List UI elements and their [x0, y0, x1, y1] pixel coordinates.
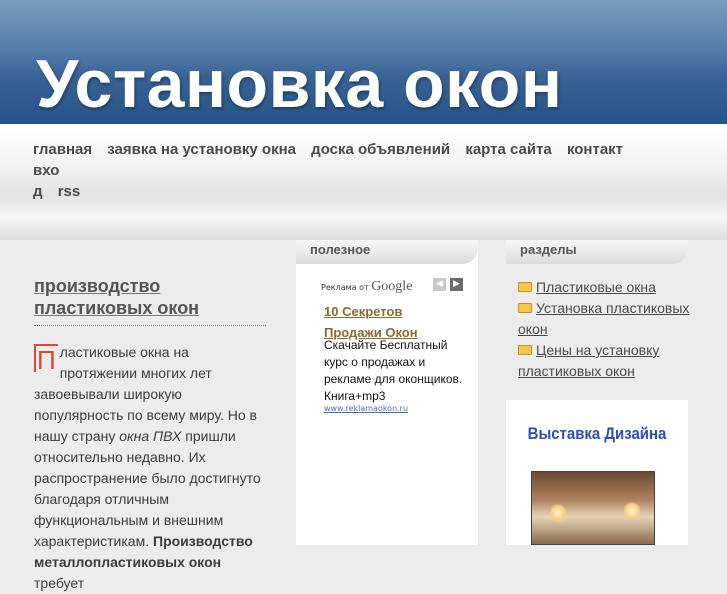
ad-description: Скачайте Бесплатный курс о продажах и ре…	[324, 338, 463, 403]
folder-icon	[518, 303, 532, 313]
site-header: Установка окон	[0, 0, 727, 128]
lamp-glow-right	[624, 500, 640, 522]
middle-heading: полезное	[296, 240, 478, 264]
folder-icon	[518, 282, 532, 292]
post-title[interactable]: производство пластиковых окон	[34, 275, 266, 326]
lamp-glow-left	[550, 502, 566, 524]
ad-prev-arrow-icon[interactable]: ◀	[433, 278, 446, 291]
nav-item-board[interactable]: доска объявлений	[311, 141, 450, 158]
nav-item-rss[interactable]: rss	[58, 183, 81, 200]
nav-item-install-request[interactable]: заявка на установку окна	[107, 141, 296, 158]
category-item[interactable]: Цены на установку пластиковых окон	[518, 340, 693, 382]
category-item[interactable]: Пластиковые окна	[518, 277, 693, 298]
google-logo: Google	[371, 279, 413, 294]
post-emphasis: окна ПВХ	[119, 428, 182, 444]
category-item[interactable]: Установка пластиковых окон	[518, 298, 693, 340]
nav-item-home[interactable]: главная	[33, 141, 92, 158]
nav-item-login-part2[interactable]: д	[33, 183, 43, 200]
ad-label-prefix: Реклама от	[321, 283, 369, 292]
nav-item-sitemap[interactable]: карта сайта	[465, 141, 551, 158]
category-link[interactable]: Пластиковые окна	[536, 279, 656, 295]
ad-url-link[interactable]: www.reklamaokon.ru	[324, 404, 408, 413]
folder-icon	[518, 345, 532, 355]
main-menu: главная заявка на установку окна доска о…	[33, 139, 663, 202]
post-text-2: пришли относительно недавно. Их распрост…	[34, 428, 261, 549]
category-link[interactable]: Установка пластиковых окон	[518, 300, 689, 337]
post-text-3: требует	[34, 575, 85, 591]
nav-item-contact[interactable]: контакт	[567, 141, 623, 158]
category-list: Пластиковые окна Установка пластиковых о…	[518, 277, 693, 382]
site-title[interactable]: Установка окон	[36, 44, 562, 124]
post-body: Пластиковые окна на протяжении многих ле…	[34, 342, 266, 594]
banner-bedroom-image[interactable]	[531, 471, 655, 545]
ad-label: Реклама от Google	[321, 279, 412, 295]
category-link[interactable]: Цены на установку пластиковых окон	[518, 342, 659, 379]
ad-next-arrow-icon[interactable]: ▶	[450, 278, 463, 291]
banner-title[interactable]: Выставка Дизайна	[517, 424, 677, 444]
dropcap-letter: П	[34, 344, 58, 373]
sections-heading: разделы	[506, 240, 688, 264]
nav-item-login-part1[interactable]: вхо	[33, 162, 59, 179]
